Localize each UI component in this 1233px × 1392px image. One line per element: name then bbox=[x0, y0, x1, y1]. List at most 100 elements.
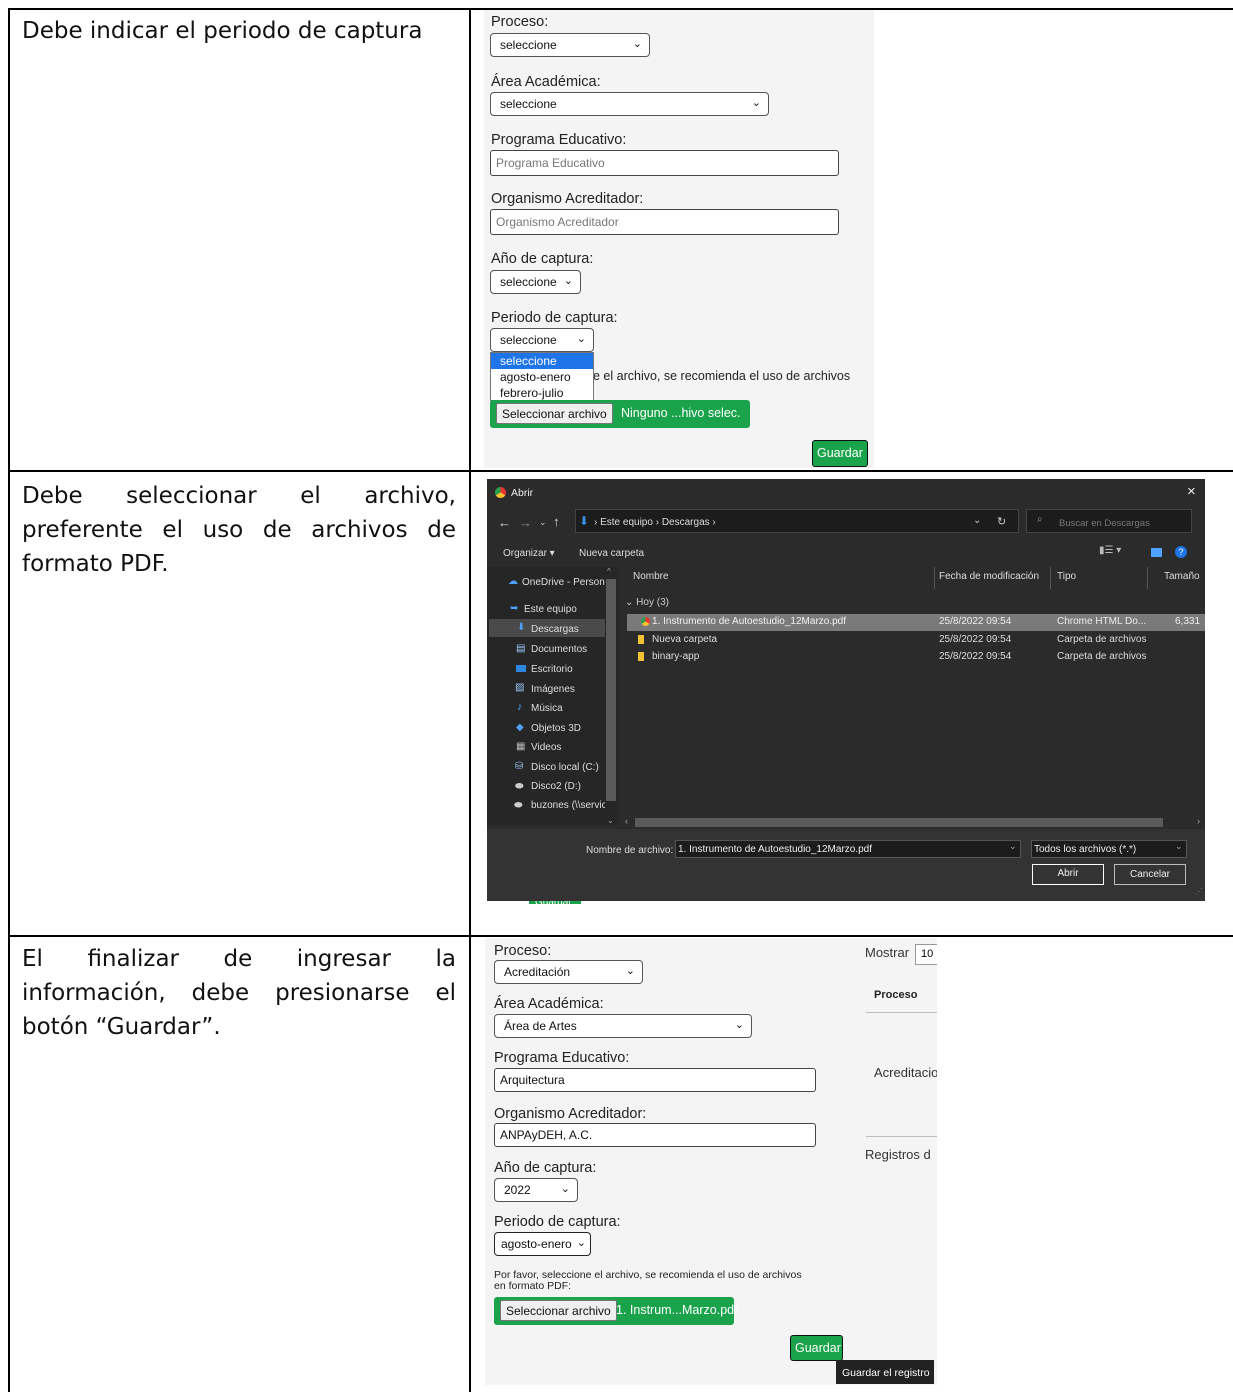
area-select[interactable]: seleccione ⌄ bbox=[490, 92, 769, 116]
file-picker: Seleccionar archivo Ninguno ...hivo sele… bbox=[490, 400, 750, 428]
scroll-up-icon[interactable]: ^ bbox=[607, 567, 611, 576]
file-picker: Seleccionar archivo 1. Instrum...Marzo.p… bbox=[494, 1297, 738, 1325]
sidebar-item-disco-c[interactable]: Disco local (C:) bbox=[531, 762, 599, 773]
organize-menu[interactable]: Organizar ▾ bbox=[503, 548, 555, 559]
programa-input[interactable]: Programa Educativo bbox=[490, 150, 839, 176]
back-arrow-icon[interactable]: ← bbox=[498, 515, 511, 530]
sidebar-item-documentos[interactable]: Documentos bbox=[531, 644, 587, 655]
file-name[interactable]: binary-app bbox=[652, 651, 699, 662]
column-tamano[interactable]: Tamaño bbox=[1164, 571, 1200, 582]
group-header[interactable]: ⌄ Hoy (3) bbox=[625, 597, 669, 608]
column-tipo[interactable]: Tipo bbox=[1057, 571, 1076, 582]
periodo-dropdown-list: seleccione agosto-enero febrero-julio bbox=[490, 352, 594, 401]
image-icon: ▨ bbox=[515, 682, 525, 693]
sidebar-item-videos[interactable]: Videos bbox=[531, 742, 561, 753]
area-label: Área Académica: bbox=[491, 74, 601, 90]
organismo-input[interactable]: ANPAyDEH, A.C. bbox=[494, 1123, 816, 1147]
periodo-select[interactable]: seleccione ⌄ bbox=[490, 328, 594, 352]
table-header-proceso[interactable]: Proceso bbox=[874, 989, 917, 1001]
anio-select[interactable]: 2022 ⌄ bbox=[494, 1178, 578, 1202]
file-type: Carpeta de archivos bbox=[1057, 634, 1147, 645]
horizontal-scrollbar-thumb[interactable] bbox=[635, 818, 1163, 827]
breadcrumb-item[interactable]: Este equipo bbox=[600, 517, 653, 528]
periodo-option-agosto-enero[interactable]: agosto-enero bbox=[491, 369, 593, 385]
anio-label: Año de captura: bbox=[491, 251, 594, 267]
chrome-icon bbox=[641, 617, 650, 626]
row-divider-2 bbox=[8, 935, 1233, 937]
row-3-description: El finalizar de ingresar la información,… bbox=[22, 946, 456, 1040]
row-2-description: Debe seleccionar el archivo, preferente … bbox=[22, 483, 456, 577]
sidebar-item-musica[interactable]: Música bbox=[531, 703, 563, 714]
open-button[interactable]: Abrir bbox=[1032, 864, 1104, 885]
download-folder-icon: ⬇ bbox=[579, 514, 590, 528]
column-fecha[interactable]: Fecha de modificación bbox=[939, 571, 1039, 582]
anio-select[interactable]: seleccione ⌄ bbox=[490, 270, 581, 294]
sidebar-item-objetos-3d[interactable]: Objetos 3D bbox=[531, 723, 581, 734]
organismo-input[interactable]: Organismo Acreditador bbox=[490, 209, 839, 235]
chevron-down-icon: ⌄ bbox=[576, 1237, 586, 1249]
periodo-option-febrero-julio[interactable]: febrero-julio bbox=[491, 385, 593, 401]
sidebar-item-onedrive[interactable]: OneDrive - Person bbox=[522, 577, 605, 588]
preview-pane-icon[interactable] bbox=[1151, 548, 1162, 557]
programa-label: Programa Educativo: bbox=[491, 132, 627, 148]
forward-arrow-icon[interactable]: → bbox=[519, 515, 532, 530]
filename-chevron-icon[interactable]: ⌄ bbox=[1009, 841, 1017, 852]
scroll-right-icon[interactable]: › bbox=[1197, 816, 1200, 826]
chevron-down-icon: ⌄ bbox=[751, 97, 761, 109]
search-placeholder: Buscar en Descargas bbox=[1059, 518, 1150, 529]
save-button[interactable]: Guardar bbox=[812, 440, 868, 467]
drive-c-icon: ⛁ bbox=[515, 761, 524, 772]
column-divider bbox=[934, 567, 935, 589]
music-icon: ♪ bbox=[517, 701, 523, 713]
resize-grip-icon[interactable]: ⋰ bbox=[1195, 887, 1203, 896]
close-icon[interactable]: × bbox=[1187, 483, 1196, 500]
scroll-left-icon[interactable]: ‹ bbox=[625, 816, 628, 826]
table-left-border bbox=[8, 8, 10, 1392]
chevron-down-icon: ⌄ bbox=[632, 38, 642, 50]
scroll-down-icon[interactable]: ⌄ bbox=[607, 816, 614, 825]
proceso-label: Proceso: bbox=[491, 14, 549, 30]
file-hint: Por favor, seleccione el archivo, se rec… bbox=[494, 1270, 802, 1292]
sidebar-item-buzones[interactable]: buzones (\\servic bbox=[531, 800, 605, 811]
file-name[interactable]: Nueva carpeta bbox=[652, 634, 717, 645]
address-chevron-icon[interactable]: ⌄ bbox=[973, 515, 981, 526]
filename-value: 1. Instrumento de Autoestudio_12Marzo.pd… bbox=[678, 844, 873, 855]
download-icon: ⬇ bbox=[517, 622, 526, 633]
column-divider bbox=[1050, 567, 1051, 589]
file-hint-partial: e el archivo, se recomienda el uso de ar… bbox=[593, 369, 851, 383]
proceso-select[interactable]: seleccione ⌄ bbox=[490, 33, 650, 57]
sidebar-item-descargas[interactable]: Descargas bbox=[531, 624, 579, 635]
refresh-icon[interactable]: ↻ bbox=[997, 515, 1006, 528]
drive-d-icon: ⬬ bbox=[515, 781, 524, 792]
select-file-button[interactable]: Seleccionar archivo bbox=[500, 1300, 617, 1321]
help-icon[interactable]: ? bbox=[1175, 546, 1187, 558]
view-options-icon[interactable]: ▮☰ ▾ bbox=[1099, 545, 1121, 556]
periodo-select[interactable]: agosto-enero ⌄ bbox=[494, 1232, 591, 1256]
sidebar-item-este-equipo[interactable]: Este equipo bbox=[524, 604, 577, 615]
periodo-option-seleccione[interactable]: seleccione bbox=[491, 353, 593, 369]
network-drive-icon: ⬬ bbox=[514, 800, 523, 811]
cancel-button[interactable]: Cancelar bbox=[1114, 864, 1186, 885]
file-type: Carpeta de archivos bbox=[1057, 651, 1147, 662]
file-date: 25/8/2022 09:54 bbox=[939, 651, 1012, 662]
breadcrumb-item[interactable]: Descargas bbox=[662, 517, 710, 528]
nav-scrollbar[interactable] bbox=[606, 579, 616, 801]
recent-chevron-icon[interactable]: ⌄ bbox=[539, 517, 547, 528]
sidebar-item-disco-d[interactable]: Disco2 (D:) bbox=[531, 781, 581, 792]
programa-input[interactable]: Arquitectura bbox=[494, 1068, 816, 1092]
up-arrow-icon[interactable]: ↑ bbox=[553, 514, 560, 529]
sidebar-item-imagenes[interactable]: Imágenes bbox=[531, 684, 575, 695]
folder-icon bbox=[638, 635, 644, 644]
document-icon: ▤ bbox=[516, 643, 526, 654]
column-nombre[interactable]: Nombre bbox=[633, 571, 669, 582]
new-folder-button[interactable]: Nueva carpeta bbox=[579, 548, 644, 559]
table-column-divider bbox=[469, 8, 471, 1392]
area-select[interactable]: Área de Artes ⌄ bbox=[494, 1014, 752, 1038]
save-button[interactable]: Guardar bbox=[790, 1335, 843, 1361]
sidebar-item-escritorio[interactable]: Escritorio bbox=[531, 664, 573, 675]
show-entries-select[interactable]: 10 bbox=[915, 944, 937, 965]
select-file-button[interactable]: Seleccionar archivo bbox=[496, 403, 613, 424]
proceso-select[interactable]: Acreditación ⌄ bbox=[494, 960, 643, 984]
file-date: 25/8/2022 09:54 bbox=[939, 634, 1012, 645]
row-divider-1 bbox=[8, 470, 1233, 472]
